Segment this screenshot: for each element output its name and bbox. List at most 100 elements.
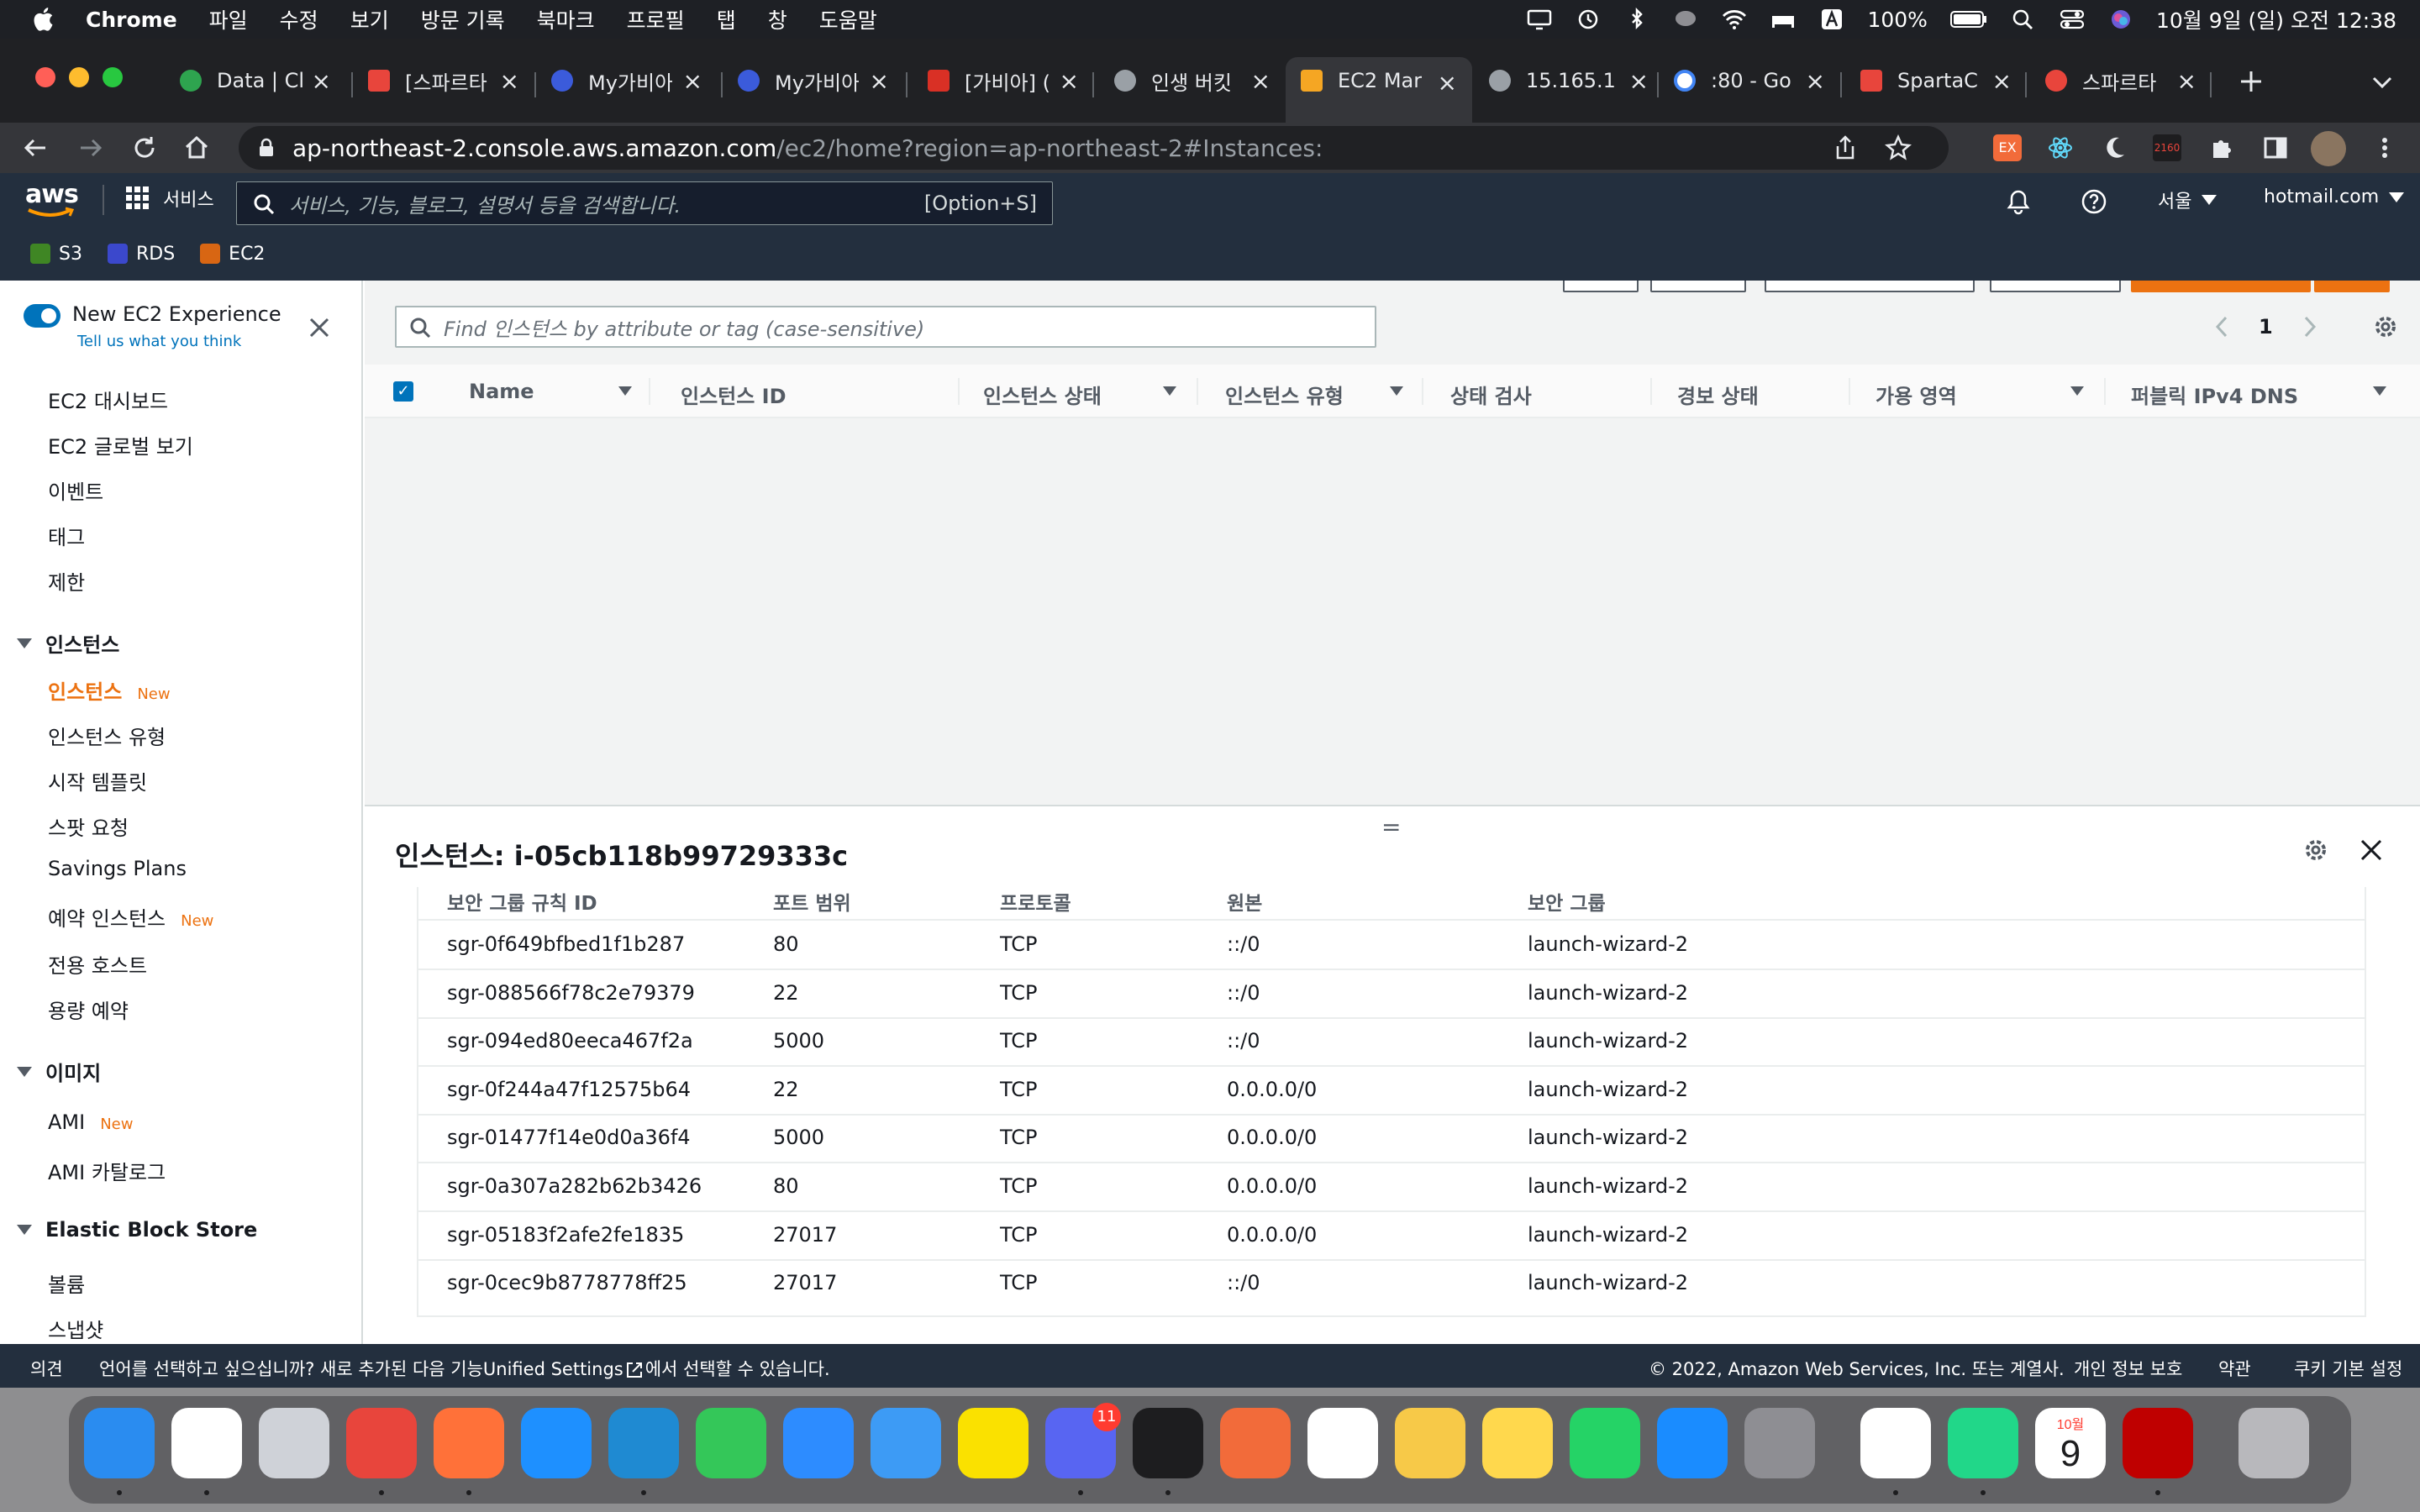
vscode-dock-icon[interactable] xyxy=(608,1408,679,1478)
column-alarm-status[interactable]: 경보 상태 xyxy=(1677,380,1759,409)
tab-sparta-2[interactable]: 스파르타 × xyxy=(2045,57,2202,104)
extension-ex-icon[interactable]: EX xyxy=(1993,134,2022,161)
cookie-preferences-link[interactable]: 쿠키 기본 설정 xyxy=(2294,1356,2402,1381)
tab-data-cl[interactable]: Data | Cl × xyxy=(180,57,336,104)
spotlight-search-icon[interactable] xyxy=(2010,8,2037,31)
feedback-link[interactable]: Tell us what you think xyxy=(77,333,241,350)
cloudshell-bell-icon[interactable] xyxy=(2005,188,2032,215)
close-tab-icon[interactable]: × xyxy=(1629,67,1649,95)
help-icon[interactable] xyxy=(2081,188,2107,215)
close-tab-icon[interactable]: × xyxy=(1251,67,1270,95)
close-tab-icon[interactable]: × xyxy=(500,67,519,95)
notes-dock-icon[interactable] xyxy=(1482,1408,1553,1478)
input-source-icon[interactable] xyxy=(1818,8,1845,31)
nav-limits[interactable]: 제한 xyxy=(48,566,85,596)
extension-2160-icon[interactable]: 2160 xyxy=(2153,134,2181,161)
nav-instances[interactable]: 인스턴스 New xyxy=(48,675,171,705)
nav-ec2-dashboard[interactable]: EC2 대시보드 xyxy=(48,385,168,414)
column-instance-type[interactable]: 인스턴스 유형 xyxy=(1225,380,1344,409)
trash-dock-icon[interactable] xyxy=(2238,1408,2309,1478)
new-experience-toggle[interactable] xyxy=(24,304,60,328)
column-instance-state[interactable]: 인스턴스 상태 xyxy=(983,380,1102,409)
calendar-dock-icon[interactable]: 10월 9 xyxy=(2035,1408,2106,1478)
favorite-rds[interactable]: RDS xyxy=(107,244,175,265)
nav-ami-catalog[interactable]: AMI 카탈로그 xyxy=(48,1156,166,1185)
sort-icon[interactable] xyxy=(2373,386,2386,396)
favorite-ec2[interactable]: EC2 xyxy=(200,244,265,265)
sort-icon[interactable] xyxy=(2070,386,2084,396)
actions-button[interactable] xyxy=(1990,281,2121,292)
appstore-dock-icon[interactable] xyxy=(1657,1408,1728,1478)
menu-view[interactable]: 보기 xyxy=(350,4,389,34)
close-tab-icon[interactable]: × xyxy=(2177,67,2196,95)
chat-bubble-icon[interactable] xyxy=(1672,8,1699,31)
menu-window[interactable]: 창 xyxy=(768,4,787,34)
tab-sparta-1[interactable]: [스파르타 × xyxy=(368,57,524,104)
account-menu[interactable]: hotmail.com xyxy=(2264,186,2405,207)
column-availability-zone[interactable]: 가용 영역 xyxy=(1876,380,1957,409)
menu-file[interactable]: 파일 xyxy=(209,4,248,34)
share-icon[interactable] xyxy=(1833,134,1858,161)
tab-google-search[interactable]: :80 - Go × xyxy=(1674,57,1830,104)
reload-icon[interactable] xyxy=(131,134,158,161)
column-public-ipv4-dns[interactable]: 퍼블릭 IPv4 DNS xyxy=(2131,380,2298,409)
nav-ami[interactable]: AMI New xyxy=(48,1110,133,1134)
services-menu-button[interactable]: 서비스 xyxy=(124,185,214,212)
mail-dock-icon[interactable] xyxy=(871,1408,941,1478)
close-window-button[interactable] xyxy=(35,67,55,87)
tab-ip-address[interactable]: 15.165.1 × xyxy=(1489,57,1654,104)
filezilla-dock-icon[interactable] xyxy=(2123,1408,2193,1478)
bluetooth-icon[interactable] xyxy=(1623,8,1650,31)
aws-search-input[interactable]: 서비스, 기능, 블로그, 설명서 등을 검색합니다. [Option+S] xyxy=(236,181,1053,225)
close-icon[interactable] xyxy=(308,316,331,339)
nav-instance-types[interactable]: 인스턴스 유형 xyxy=(48,721,166,750)
nav-spot-requests[interactable]: 스팟 요청 xyxy=(48,811,129,841)
lock-icon[interactable] xyxy=(257,138,276,158)
previous-page-icon[interactable] xyxy=(2213,315,2230,339)
nav-savings-plans[interactable]: Savings Plans xyxy=(48,857,187,880)
menu-tab[interactable]: 탭 xyxy=(717,4,736,34)
nav-launch-templates[interactable]: 시작 템플릿 xyxy=(48,766,147,795)
pencil-dock-icon[interactable] xyxy=(1220,1408,1291,1478)
messages-dock-icon[interactable] xyxy=(696,1408,766,1478)
refresh-button[interactable] xyxy=(1563,281,1639,292)
nav-events[interactable]: 이벤트 xyxy=(48,475,103,505)
tab-mygabia-2[interactable]: My가비아 × xyxy=(738,57,894,104)
unified-settings-link[interactable]: Unified Settings xyxy=(483,1359,623,1379)
column-instance-id[interactable]: 인스턴스 ID xyxy=(681,380,786,409)
whatsapp-dock-icon[interactable] xyxy=(1570,1408,1640,1478)
settings-dock-icon[interactable] xyxy=(1744,1408,1815,1478)
bookmark-star-icon[interactable] xyxy=(1885,134,1912,161)
apple-icon[interactable] xyxy=(30,5,59,34)
launch-dropdown-button[interactable] xyxy=(2314,281,2390,292)
close-tab-icon[interactable]: × xyxy=(1992,67,2012,95)
nav-snapshots[interactable]: 스냅샷 xyxy=(48,1314,103,1343)
react-devtools-icon[interactable] xyxy=(2047,134,2074,161)
nvidia-dock-icon[interactable] xyxy=(1307,1408,1378,1478)
sort-icon[interactable] xyxy=(1163,386,1176,396)
battery-icon[interactable] xyxy=(1949,8,1988,31)
close-tab-icon[interactable]: × xyxy=(683,67,702,95)
discord-dock-icon[interactable]: 11 xyxy=(1045,1403,1121,1478)
close-panel-icon[interactable] xyxy=(2358,837,2385,864)
terms-link[interactable]: 약관 xyxy=(2218,1356,2251,1381)
firefox-dock-icon[interactable] xyxy=(434,1408,504,1478)
table-settings-gear-icon[interactable] xyxy=(2372,313,2399,340)
chrome-dock-icon[interactable] xyxy=(346,1408,417,1478)
panel-settings-gear-icon[interactable] xyxy=(2302,837,2329,864)
time-machine-icon[interactable] xyxy=(1575,8,1602,31)
menubar-clock[interactable]: 10월 9일 (일) 오전 12:38 xyxy=(2156,4,2396,34)
finder-dock-icon[interactable] xyxy=(84,1408,155,1478)
wifi-icon[interactable] xyxy=(1721,8,1748,31)
zoom-dock-icon[interactable] xyxy=(783,1408,854,1478)
find-instances-input[interactable]: Find 인스턴스 by attribute or tag (case-sens… xyxy=(395,306,1376,348)
sort-icon[interactable] xyxy=(618,386,632,396)
nav-dedicated-hosts[interactable]: 전용 호스트 xyxy=(48,949,147,979)
terminal-dock-icon[interactable] xyxy=(1133,1408,1203,1478)
close-tab-icon[interactable]: × xyxy=(870,67,889,95)
back-arrow-icon[interactable] xyxy=(22,134,49,161)
next-page-icon[interactable] xyxy=(2302,315,2318,339)
nav-section-images[interactable]: 이미지 xyxy=(17,1057,101,1086)
notion-dock-icon[interactable] xyxy=(171,1408,242,1478)
kakaotalk-dock-icon[interactable] xyxy=(958,1408,1028,1478)
